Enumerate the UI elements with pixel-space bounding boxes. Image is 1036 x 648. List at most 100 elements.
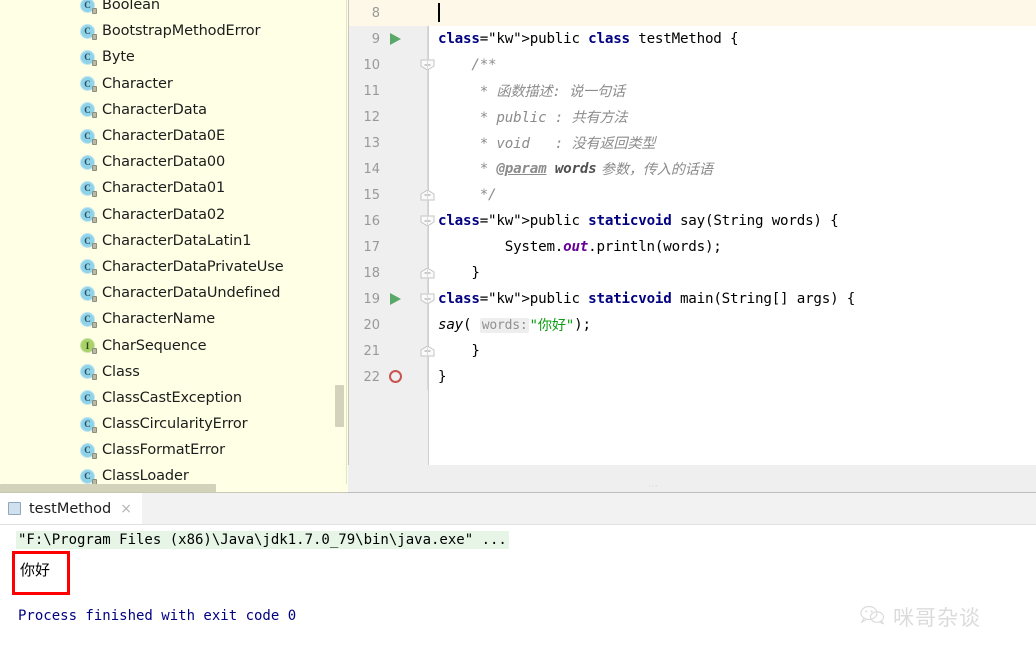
editor-line-code: System. out .println(words); <box>438 239 722 255</box>
editor-line-code: * void : 没有返回类型 <box>438 136 656 152</box>
list-item[interactable]: I CharSequence <box>0 332 348 358</box>
editor-line-code: class ="kw">public static void main(Strin… <box>438 291 856 307</box>
line-number: 12 <box>363 109 380 125</box>
class-icon: C <box>80 285 97 302</box>
list-item-label: CharacterData02 <box>102 206 226 223</box>
editor-line[interactable]: 18 } <box>348 260 1036 286</box>
list-item[interactable]: C CharacterData0E <box>0 123 348 149</box>
code-editor[interactable]: 8 9 class ="kw">public class testMethod {10… <box>348 0 1036 465</box>
line-number: 18 <box>363 265 380 281</box>
list-item-label: ClassFormatError <box>102 442 225 459</box>
list-item[interactable]: C CharacterDataLatin1 <box>0 228 348 254</box>
class-icon: C <box>80 390 97 407</box>
editor-line-code: say( words: "你好"); <box>438 317 591 334</box>
line-number: 17 <box>363 239 380 255</box>
list-vscroll-thumb[interactable] <box>335 385 344 427</box>
list-item[interactable]: C CharacterDataUndefined <box>0 280 348 306</box>
editor-line[interactable]: 10 /** <box>348 52 1036 78</box>
editor-line-code: * @param words 参数，传入的话语 <box>438 161 713 178</box>
editor-line[interactable]: 16 class ="kw">public static void say(Str… <box>348 208 1036 234</box>
list-item[interactable]: C CharacterDataPrivateUse <box>0 254 348 280</box>
list-item-label: CharSequence <box>102 337 207 354</box>
console-tab-icon <box>8 502 21 515</box>
console-command-line: "F:\Program Files (x86)\Java\jdk1.7.0_79… <box>16 531 509 549</box>
list-item-label: CharacterData0E <box>102 128 226 145</box>
list-item[interactable]: C BootstrapMethodError <box>0 18 348 44</box>
editor-line[interactable]: 14 * @param words 参数，传入的话语 <box>348 156 1036 182</box>
list-vertical-scrollbar[interactable] <box>335 0 344 493</box>
line-number: 10 <box>363 57 380 73</box>
breakpoint-icon[interactable] <box>389 370 402 383</box>
editor-line[interactable]: 9 class ="kw">public class testMethod { <box>348 26 1036 52</box>
list-item-label: ClassCastException <box>102 389 242 406</box>
class-icon: C <box>80 207 97 224</box>
class-icon: C <box>80 233 97 250</box>
line-number: 20 <box>363 317 380 333</box>
editor-line[interactable]: 12 * public : 共有方法 <box>348 104 1036 130</box>
console-tab-testmethod[interactable]: testMethod × <box>0 493 142 524</box>
editor-line[interactable]: 22} <box>348 364 1036 390</box>
list-item[interactable]: C CharacterData01 <box>0 175 348 201</box>
close-icon[interactable]: × <box>120 502 132 516</box>
ide-window: C Boolean C BootstrapMethodError C Byte C Chara… <box>0 0 1036 648</box>
editor-line[interactable]: 11 * 函数描述: 说一句话 <box>348 78 1036 104</box>
class-icon: C <box>80 23 97 40</box>
run-gutter-icon[interactable] <box>390 293 401 305</box>
editor-line-code: class ="kw">public static void say(String… <box>438 213 839 229</box>
editor-line[interactable]: 21 } <box>348 338 1036 364</box>
editor-line[interactable]: 20 say( words: "你好"); <box>348 312 1036 338</box>
list-item[interactable]: C ClassCircularityError <box>0 411 348 437</box>
list-item[interactable]: C ClassCastException <box>0 385 348 411</box>
list-item[interactable]: C CharacterData00 <box>0 149 348 175</box>
class-icon: C <box>80 416 97 433</box>
class-icon: C <box>80 49 97 66</box>
list-item-label: CharacterData00 <box>102 154 226 171</box>
editor-line[interactable]: 13 * void : 没有返回类型 <box>348 130 1036 156</box>
editor-line-code: /** <box>438 57 497 73</box>
editor-lines[interactable]: 8 9 class ="kw">public class testMethod {10… <box>348 0 1036 390</box>
class-icon: C <box>80 364 97 381</box>
list-item-label: Byte <box>102 49 135 66</box>
editor-line[interactable]: 15 */ <box>348 182 1036 208</box>
fold-indent-guide <box>427 26 428 390</box>
list-item[interactable]: C CharacterData02 <box>0 202 348 228</box>
list-item-label: CharacterDataLatin1 <box>102 232 252 249</box>
class-icon: C <box>80 468 97 485</box>
editor-line[interactable]: 17 System. out .println(words); <box>348 234 1036 260</box>
line-number: 9 <box>371 31 380 47</box>
list-item[interactable]: C Class <box>0 359 348 385</box>
class-icon: C <box>80 311 97 328</box>
class-icon: C <box>80 128 97 145</box>
watermark-text: 咪哥杂谈 <box>893 606 981 630</box>
wechat-icon <box>860 605 886 630</box>
list-item[interactable]: C CharacterData <box>0 97 348 123</box>
editor-left-divider <box>348 0 349 465</box>
console-tab-bar: testMethod × <box>0 493 1036 525</box>
list-vscroll-track <box>346 0 347 493</box>
list-item-label: CharacterData <box>102 101 207 118</box>
line-number: 13 <box>363 135 380 151</box>
line-number: 15 <box>363 187 380 203</box>
class-completion-list[interactable]: C Boolean C BootstrapMethodError C Byte C Chara… <box>0 0 348 493</box>
editor-console-splitter[interactable]: ⋯ ⋯ <box>348 465 1036 493</box>
list-item-label: CharacterDataUndefined <box>102 285 281 302</box>
line-number: 21 <box>363 343 380 359</box>
line-number: 11 <box>363 83 380 99</box>
list-item-label: CharacterName <box>102 311 216 328</box>
run-gutter-icon[interactable] <box>390 33 401 45</box>
editor-line[interactable]: 8 <box>348 0 1036 26</box>
editor-line[interactable]: 19 class ="kw">public static void main(St… <box>348 286 1036 312</box>
editor-line-code: */ <box>438 187 497 203</box>
list-item[interactable]: C Byte <box>0 44 348 70</box>
class-icon: C <box>80 76 97 93</box>
editor-line-code: * public : 共有方法 <box>438 110 628 126</box>
list-item[interactable]: C Boolean <box>0 0 348 18</box>
class-icon: C <box>80 102 97 119</box>
list-item[interactable]: C ClassFormatError <box>0 437 348 463</box>
list-item[interactable]: C CharacterName <box>0 306 348 332</box>
class-icon: C <box>80 0 97 14</box>
class-icon: C <box>80 180 97 197</box>
class-icon: C <box>80 442 97 459</box>
list-item[interactable]: C Character <box>0 71 348 97</box>
console-tab-label: testMethod <box>29 500 112 517</box>
